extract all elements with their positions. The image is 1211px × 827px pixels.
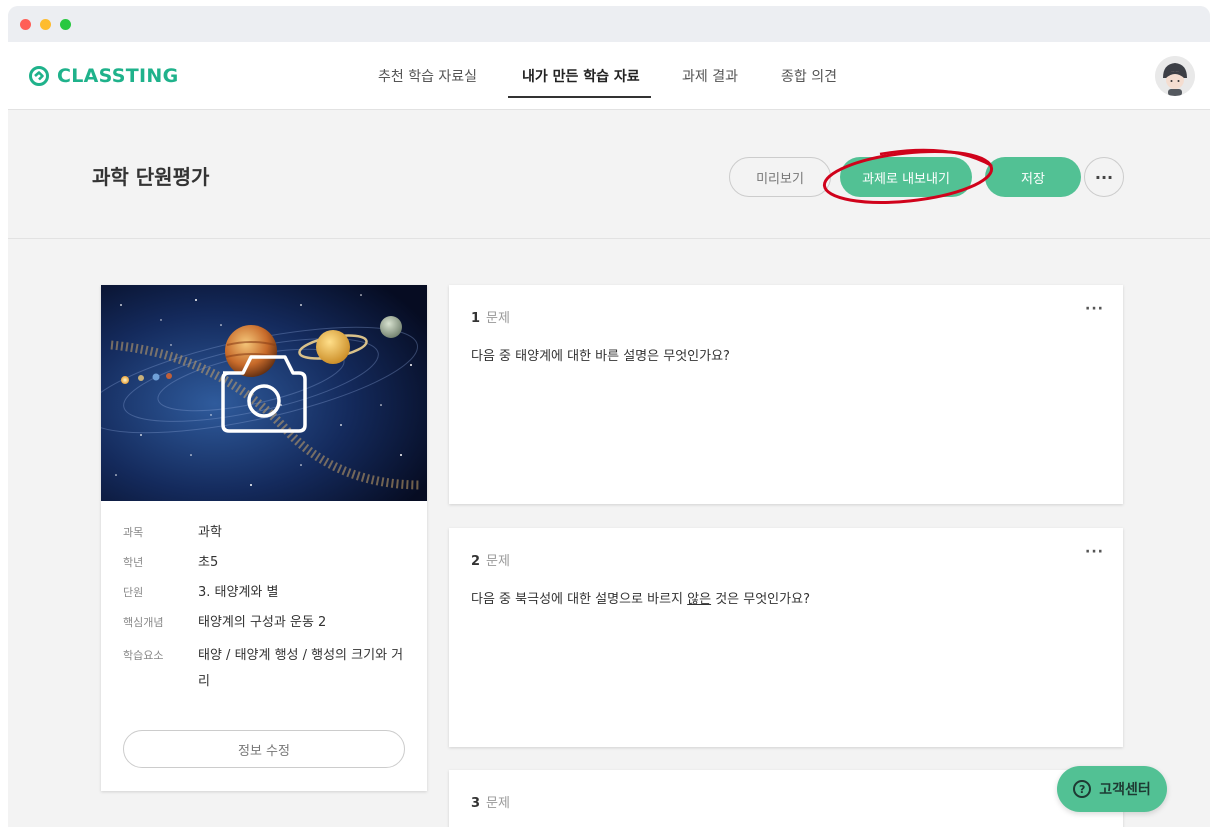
top-navbar: CLASSTING 추천 학습 자료실 내가 만든 학습 자료 과제 결과 종합… bbox=[8, 42, 1210, 110]
unit-label: 단원 bbox=[123, 586, 144, 599]
customer-center-button[interactable]: ? 고객센터 bbox=[1057, 766, 1167, 812]
grade-value: 초5 bbox=[198, 555, 219, 570]
page-title: 과학 단원평가 bbox=[92, 165, 210, 189]
info-row-grade: 학년 초5 bbox=[123, 553, 413, 572]
question-card-2[interactable]: 2 문제 ··· 다음 중 북극성에 대한 설명으로 바르지 않은 것은 무엇인가… bbox=[449, 528, 1123, 747]
user-avatar[interactable] bbox=[1155, 56, 1195, 96]
logo-text: CLASSTING bbox=[57, 65, 179, 87]
classting-logo-icon bbox=[29, 66, 49, 86]
question-number: 2 문제 bbox=[471, 550, 510, 569]
question-number-value: 1 bbox=[471, 311, 481, 326]
material-content: 과목 과학 학년 초5 단원 3. 태양계와 별 핵심개념 태양계의 구성과 운… bbox=[8, 240, 1210, 827]
core-concept-label: 핵심개념 bbox=[123, 616, 164, 629]
info-row-subject: 과목 과학 bbox=[123, 523, 413, 542]
question-label: 문제 bbox=[486, 311, 510, 326]
learning-elements-value: 태양 / 태양계 행성 / 행성의 크기와 거리 bbox=[198, 648, 404, 689]
window-titlebar bbox=[8, 6, 1210, 42]
learning-elements-label: 학습요소 bbox=[123, 649, 164, 662]
unit-value: 3. 태양계와 별 bbox=[198, 585, 279, 600]
info-row-core-concept: 핵심개념 태양계의 구성과 운동 2 bbox=[123, 613, 413, 632]
more-options-button[interactable]: ··· bbox=[1084, 157, 1124, 197]
browser-window: CLASSTING 추천 학습 자료실 내가 만든 학습 자료 과제 결과 종합… bbox=[8, 6, 1210, 827]
nav-assignment-results[interactable]: 과제 결과 bbox=[682, 66, 738, 86]
question-mark-icon: ? bbox=[1073, 780, 1092, 798]
question-label: 문제 bbox=[486, 796, 510, 811]
solar-system-image bbox=[101, 285, 427, 501]
subject-label: 과목 bbox=[123, 526, 144, 539]
nav-overall-opinion[interactable]: 종합 의견 bbox=[781, 66, 837, 86]
question-number-value: 2 bbox=[471, 554, 481, 569]
info-row-learning-elements: 학습요소 태양 / 태양계 행성 / 행성의 크기와 거리 bbox=[123, 646, 413, 695]
close-window-button[interactable] bbox=[20, 19, 31, 30]
question-text: 다음 중 태양계에 대한 바른 설명은 무엇인가요? bbox=[471, 349, 730, 364]
question-number: 1 문제 bbox=[471, 307, 510, 326]
export-as-assignment-button[interactable]: 과제로 내보내기 bbox=[840, 157, 972, 197]
question-more-button[interactable]: ··· bbox=[1085, 301, 1104, 317]
subject-value: 과학 bbox=[198, 525, 222, 540]
maximize-window-button[interactable] bbox=[60, 19, 71, 30]
question-number-value: 3 bbox=[471, 796, 481, 811]
question-card-1[interactable]: 1 문제 ··· 다음 중 태양계에 대한 바른 설명은 무엇인가요? bbox=[449, 285, 1123, 504]
minimize-window-button[interactable] bbox=[40, 19, 51, 30]
question-text: 다음 중 북극성에 대한 설명으로 바르지 않은 것은 무엇인가요? bbox=[471, 588, 810, 607]
avatar-icon bbox=[1155, 56, 1195, 96]
question-text-emphasis: 않은 bbox=[687, 592, 712, 607]
nav-recommended-materials[interactable]: 추천 학습 자료실 bbox=[378, 66, 477, 86]
material-info-list: 과목 과학 학년 초5 단원 3. 태양계와 별 핵심개념 태양계의 구성과 운… bbox=[123, 523, 413, 706]
customer-center-label: 고객센터 bbox=[1099, 782, 1151, 798]
material-header: 과학 단원평가 미리보기 과제로 내보내기 저장 ··· bbox=[8, 111, 1210, 239]
question-text-after: 것은 무엇인가요? bbox=[711, 592, 810, 607]
question-card-3[interactable]: 3 문제 bbox=[449, 770, 1123, 827]
nav-my-materials[interactable]: 내가 만든 학습 자료 bbox=[522, 66, 640, 86]
grade-label: 학년 bbox=[123, 556, 144, 569]
cover-image[interactable] bbox=[101, 285, 427, 501]
save-button[interactable]: 저장 bbox=[985, 157, 1081, 197]
question-number: 3 문제 bbox=[471, 792, 510, 811]
question-label: 문제 bbox=[486, 554, 510, 569]
active-tab-underline bbox=[508, 96, 651, 98]
material-info-card: 과목 과학 학년 초5 단원 3. 태양계와 별 핵심개념 태양계의 구성과 운… bbox=[101, 285, 427, 791]
core-concept-value: 태양계의 구성과 운동 2 bbox=[198, 615, 327, 630]
question-text-before: 다음 중 북극성에 대한 설명으로 바르지 bbox=[471, 592, 688, 607]
edit-info-button[interactable]: 정보 수정 bbox=[123, 730, 405, 768]
info-row-unit: 단원 3. 태양계와 별 bbox=[123, 583, 413, 602]
preview-button[interactable]: 미리보기 bbox=[729, 157, 831, 197]
question-more-button[interactable]: ··· bbox=[1085, 544, 1104, 560]
classting-logo[interactable]: CLASSTING bbox=[28, 62, 179, 90]
